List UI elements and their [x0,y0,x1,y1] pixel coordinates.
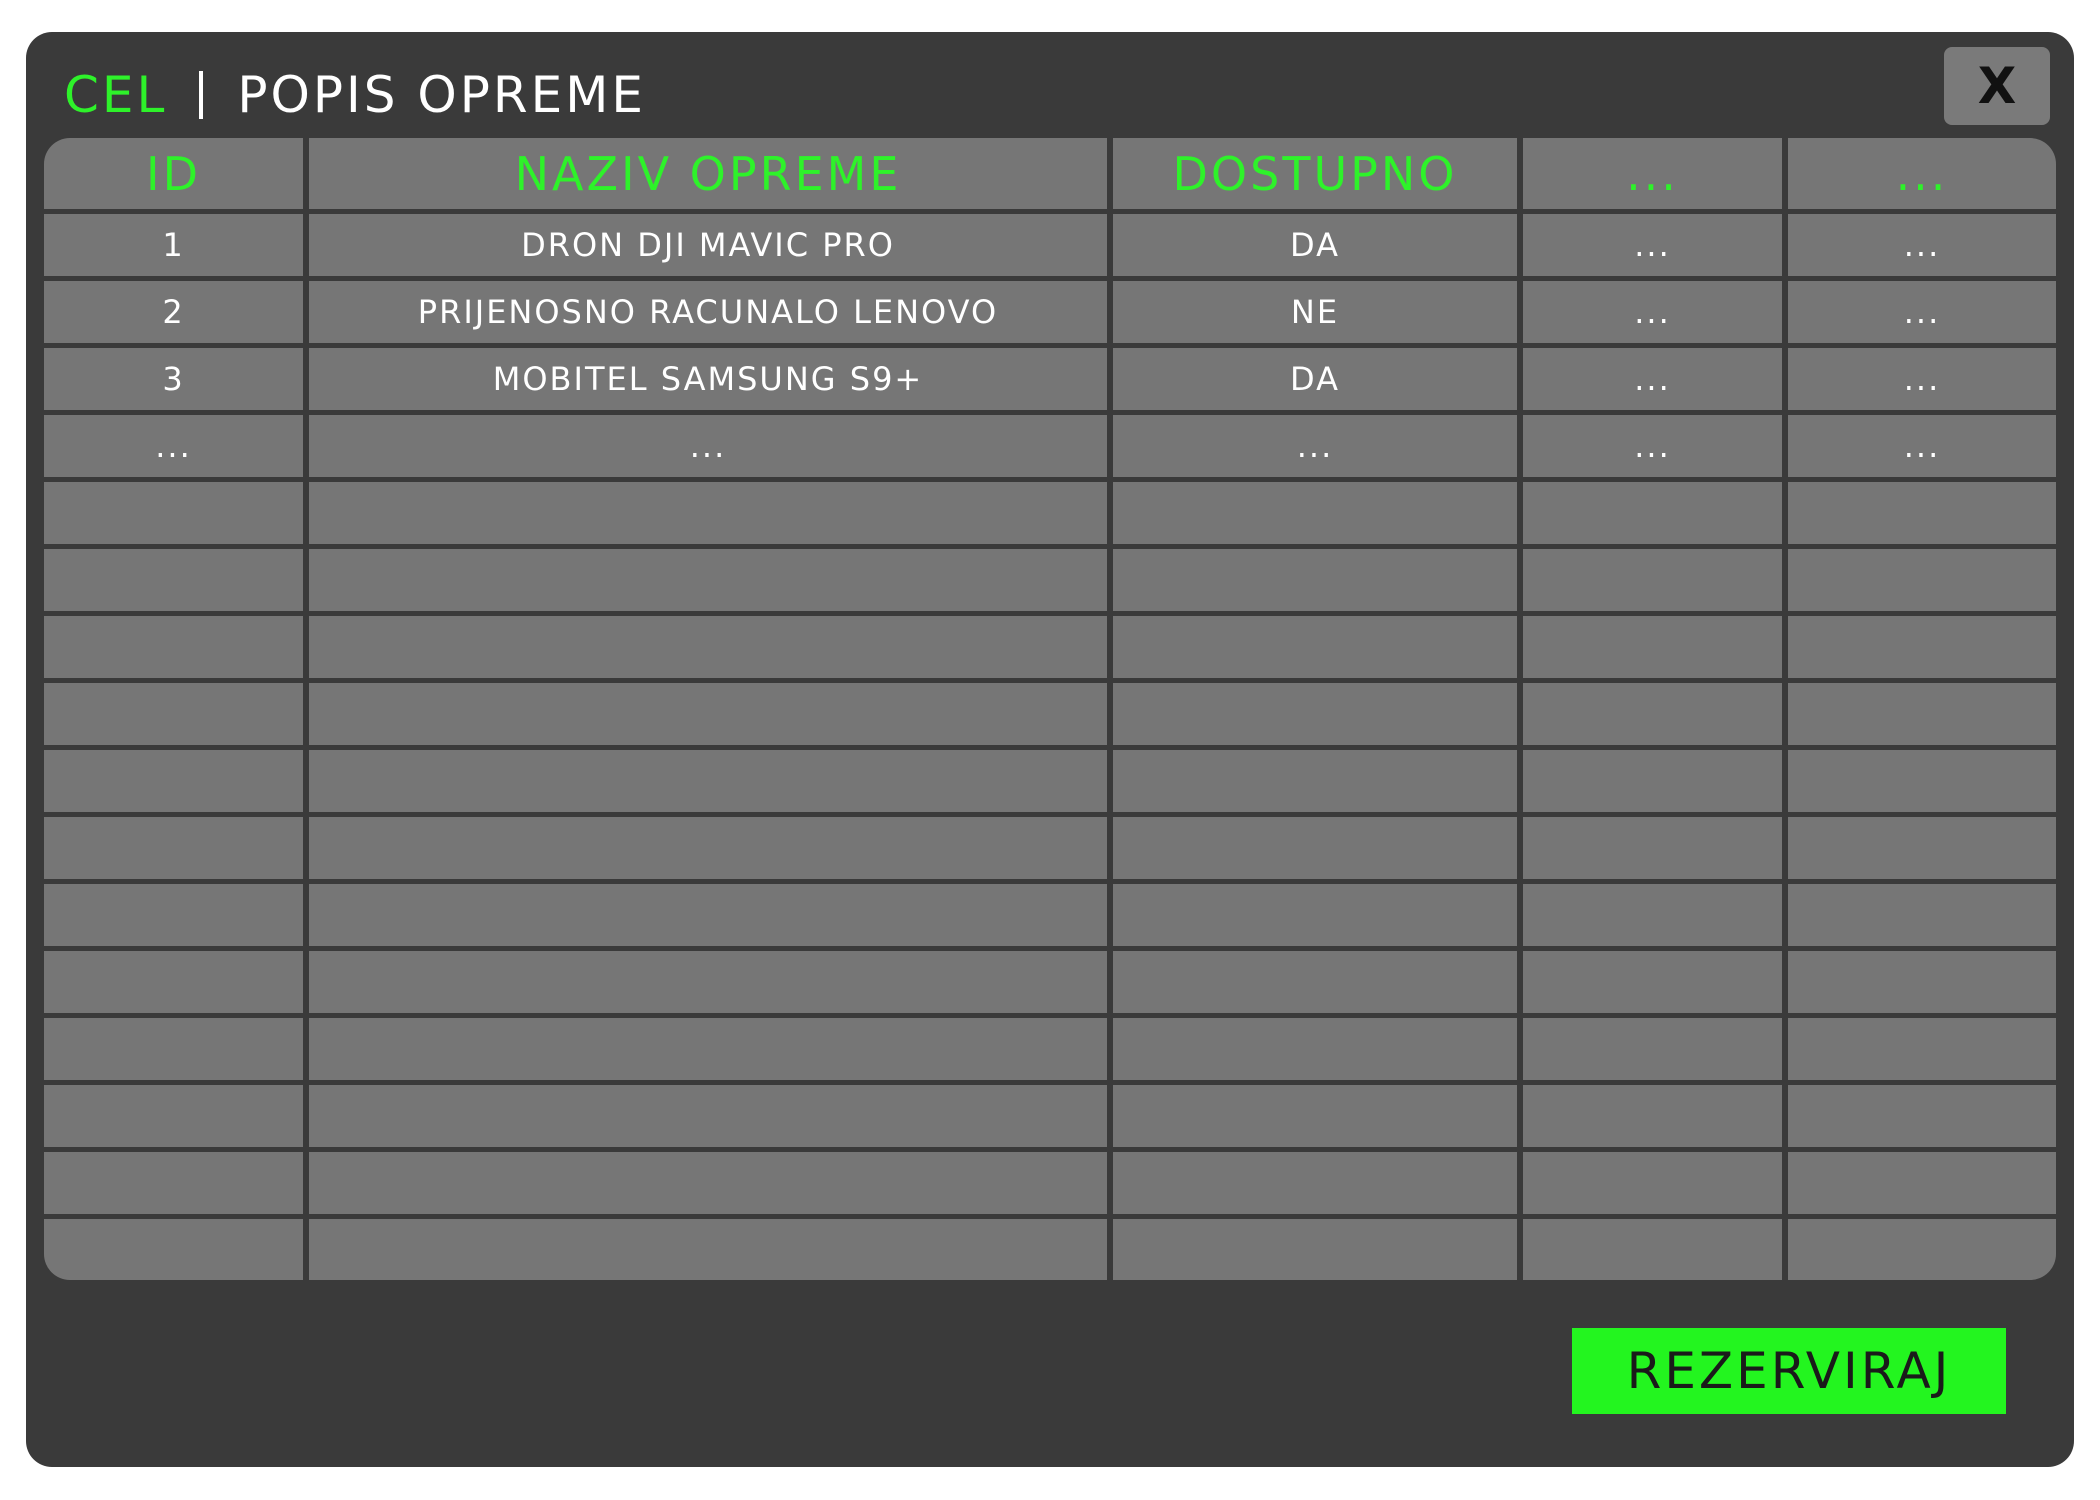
table-cell-empty[interactable] [1788,683,2056,745]
table-cell-empty[interactable] [1113,750,1517,812]
table-cell-empty[interactable] [309,1085,1107,1147]
table-cell-empty[interactable] [1523,750,1782,812]
table-cell-empty[interactable] [44,549,303,611]
table-cell-available[interactable]: DA [1113,214,1517,276]
table-cell-empty[interactable] [44,1018,303,1080]
table-cell-empty[interactable] [1113,951,1517,1013]
table-cell-empty[interactable] [44,1219,303,1280]
table-cell-empty[interactable] [309,1219,1107,1280]
column-header-name[interactable]: NAZIV OPREME [309,138,1107,209]
window-title: POPIS OPREME [237,66,646,124]
table-cell-empty[interactable] [1788,482,2056,544]
table-cell-empty[interactable] [1523,683,1782,745]
table-cell-empty[interactable] [1523,1152,1782,1214]
table-cell-empty[interactable] [44,750,303,812]
column-header-extra-2[interactable]: ... [1788,138,2056,209]
table-cell-empty[interactable] [309,482,1107,544]
table-cell-empty[interactable] [1113,1219,1517,1280]
table-cell-name[interactable]: PRIJENOSNO RACUNALO LENOVO [309,281,1107,343]
table-cell-available[interactable]: DA [1113,348,1517,410]
table-cell-empty[interactable] [1788,1018,2056,1080]
table-cell-empty[interactable] [1523,616,1782,678]
table-cell-extra-2[interactable]: ... [1788,214,2056,276]
table-cell-empty[interactable] [1113,817,1517,879]
table-cell-empty[interactable] [44,951,303,1013]
table-cell-empty[interactable] [1523,1219,1782,1280]
table-cell-empty[interactable] [1113,884,1517,946]
equipment-table: ID NAZIV OPREME DOSTUPNO...... 1 DRON DJI MA… [44,138,2056,1280]
table-cell-available[interactable]: ... [1113,415,1517,477]
column-header-extra-1[interactable]: ... [1523,138,1782,209]
table-cell-name[interactable]: ... [309,415,1107,477]
table-cell-empty[interactable] [1523,1085,1782,1147]
column-header-id[interactable]: ID [44,138,303,209]
table-cell-empty[interactable] [44,683,303,745]
table-cell-empty[interactable] [309,549,1107,611]
column-header-available[interactable]: DOSTUPNO [1113,138,1517,209]
reserve-button[interactable]: REZERVIRAJ [1572,1328,2006,1414]
table-cell-extra-1[interactable]: ... [1523,214,1782,276]
table-cell-extra-1[interactable]: ... [1523,281,1782,343]
table-cell-name[interactable]: MOBITEL SAMSUNG S9+ [309,348,1107,410]
table-cell-empty[interactable] [1113,616,1517,678]
table-cell-extra-2[interactable]: ... [1788,281,2056,343]
table-cell-id[interactable]: 1 [44,214,303,276]
table-cell-empty[interactable] [1788,884,2056,946]
table-cell-empty[interactable] [44,1085,303,1147]
table-cell-id[interactable]: 3 [44,348,303,410]
table-cell-empty[interactable] [309,683,1107,745]
table-cell-empty[interactable] [1788,817,2056,879]
table-cell-empty[interactable] [1113,549,1517,611]
table-cell-id[interactable]: ... [44,415,303,477]
table-cell-empty[interactable] [1523,549,1782,611]
table-cell-empty[interactable] [309,951,1107,1013]
table-cell-empty[interactable] [309,817,1107,879]
table-cell-empty[interactable] [1788,1219,2056,1280]
table-cell-empty[interactable] [309,616,1107,678]
equipment-list-window: CEL POPIS OPREME X ID NAZIV OPREME DOSTUPN… [26,32,2074,1467]
table-cell-empty[interactable] [1788,1085,2056,1147]
title-separator [199,71,204,119]
table-cell-empty[interactable] [1113,1085,1517,1147]
table-cell-empty[interactable] [1788,616,2056,678]
table-cell-empty[interactable] [309,750,1107,812]
table-cell-empty[interactable] [309,1152,1107,1214]
table-cell-empty[interactable] [1113,482,1517,544]
table-cell-extra-2[interactable]: ... [1788,415,2056,477]
table-cell-empty[interactable] [1113,1152,1517,1214]
table-cell-empty[interactable] [44,482,303,544]
table-cell-empty[interactable] [44,1152,303,1214]
table-cell-empty[interactable] [44,817,303,879]
table-cell-name[interactable]: DRON DJI MAVIC PRO [309,214,1107,276]
table-cell-empty[interactable] [1523,884,1782,946]
table-cell-empty[interactable] [44,616,303,678]
table-cell-empty[interactable] [309,1018,1107,1080]
table-cell-empty[interactable] [309,884,1107,946]
table-cell-empty[interactable] [1788,951,2056,1013]
table-cell-empty[interactable] [1523,1018,1782,1080]
brand-label: CEL [64,66,168,124]
table-cell-empty[interactable] [1523,482,1782,544]
table-cell-empty[interactable] [44,884,303,946]
table-cell-empty[interactable] [1788,549,2056,611]
close-button[interactable]: X [1944,47,2050,125]
table-cell-empty[interactable] [1788,750,2056,812]
table-cell-empty[interactable] [1113,683,1517,745]
table-cell-empty[interactable] [1788,1152,2056,1214]
table-cell-id[interactable]: 2 [44,281,303,343]
table-cell-available[interactable]: NE [1113,281,1517,343]
table-cell-extra-1[interactable]: ... [1523,415,1782,477]
table-cell-extra-2[interactable]: ... [1788,348,2056,410]
title-bar: CEL POPIS OPREME [64,60,646,130]
table-cell-empty[interactable] [1523,817,1782,879]
table-cell-empty[interactable] [1113,1018,1517,1080]
table-cell-empty[interactable] [1523,951,1782,1013]
table-cell-extra-1[interactable]: ... [1523,348,1782,410]
